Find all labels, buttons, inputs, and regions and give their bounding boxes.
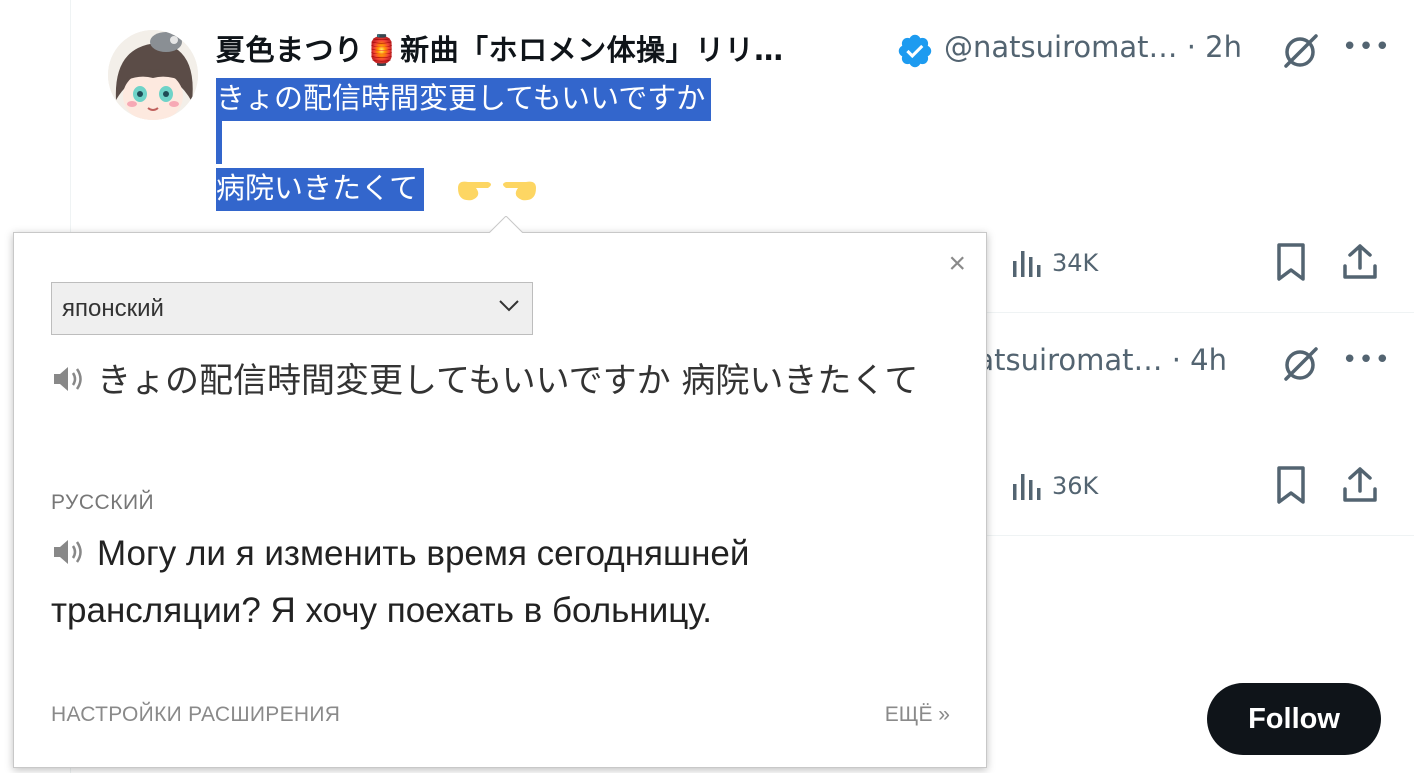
- views-icon: [1013, 251, 1041, 277]
- source-language-select[interactable]: японский: [51, 282, 533, 335]
- author-name[interactable]: 夏色まつり🏮新曲「ホロメン体操」リリ…: [216, 27, 784, 69]
- chevron-down-icon: [499, 300, 519, 312]
- target-language-label: РУССКИЙ: [51, 491, 155, 514]
- share-icon[interactable]: [1340, 465, 1380, 509]
- more-link[interactable]: ЕЩЁ »: [885, 703, 950, 727]
- grok-icon[interactable]: [1280, 30, 1322, 76]
- avatar[interactable]: [108, 30, 198, 120]
- tweet-text-line: きょの配信時間変更してもいいですか: [216, 78, 712, 121]
- views-count[interactable]: 36K: [1010, 470, 1098, 502]
- more-icon[interactable]: •••: [1342, 345, 1391, 375]
- translation-text: Могу ли я изменить время сегодняшней тра…: [51, 526, 951, 638]
- speaker-icon[interactable]: [51, 353, 85, 413]
- author-handle[interactable]: @natsuiromat… · 2h: [944, 30, 1242, 64]
- views-icon: [1013, 474, 1041, 500]
- follow-button[interactable]: Follow: [1207, 683, 1381, 755]
- bookmark-icon[interactable]: [1274, 242, 1308, 286]
- views-count[interactable]: 34K: [1010, 247, 1098, 279]
- tweet-text-line-empty: [216, 121, 222, 164]
- grok-icon[interactable]: [1280, 343, 1322, 389]
- popup-arrow: [487, 215, 525, 239]
- tweet-time[interactable]: · 4h: [1172, 343, 1227, 377]
- author-handle[interactable]: natsuiromat… · 4h: [958, 343, 1227, 377]
- verified-badge-icon: [896, 32, 934, 74]
- share-icon[interactable]: [1340, 242, 1380, 286]
- translation-popup: × японский きょの配信時間変更してもいいですか 病院いきたくて РУС…: [13, 215, 987, 768]
- speaker-icon[interactable]: [51, 528, 85, 583]
- tweet-time[interactable]: · 2h: [1187, 30, 1242, 64]
- close-icon[interactable]: ×: [948, 247, 966, 281]
- bookmark-icon[interactable]: [1274, 465, 1308, 509]
- tweet-text-line: 病院いきたくて: [216, 168, 425, 211]
- source-text: きょの配信時間変更してもいいですか 病院いきたくて: [51, 351, 951, 413]
- pointing-hands-emoji: [452, 174, 542, 210]
- more-icon[interactable]: •••: [1342, 32, 1391, 62]
- extension-settings-link[interactable]: НАСТРОЙКИ РАСШИРЕНИЯ: [51, 703, 340, 727]
